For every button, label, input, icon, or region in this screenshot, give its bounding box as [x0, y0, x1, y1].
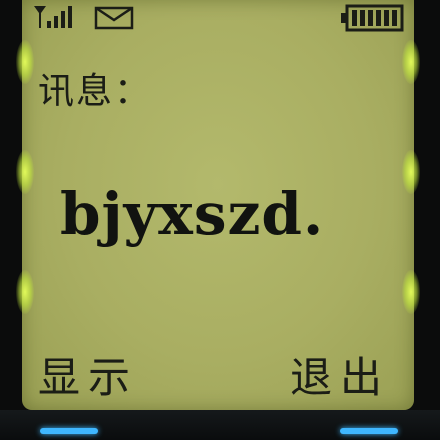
left-key-light[interactable] [40, 428, 98, 434]
exit-softkey[interactable]: 退出 [290, 344, 390, 405]
backlight-glow [16, 40, 34, 84]
show-softkey[interactable]: 显示 [38, 344, 138, 405]
battery-full-icon [341, 4, 404, 32]
signal-bars-icon [34, 6, 72, 28]
envelope-icon [94, 6, 134, 30]
backlight-glow [16, 150, 34, 194]
lcd-screen: 讯息： bjyxszd. 显示 退出 [16, 0, 420, 410]
phone-device: 讯息： bjyxszd. 显示 退出 [0, 0, 440, 440]
backlight-glow [402, 40, 420, 84]
message-label: 讯息： [38, 71, 153, 112]
backlight-glow [16, 270, 34, 314]
message-text: bjyxszd. [60, 180, 325, 248]
backlight-glow [402, 150, 420, 194]
status-bar [22, 0, 414, 40]
bottom-bezel [0, 410, 440, 440]
right-key-light[interactable] [340, 428, 398, 434]
backlight-glow [402, 270, 420, 314]
